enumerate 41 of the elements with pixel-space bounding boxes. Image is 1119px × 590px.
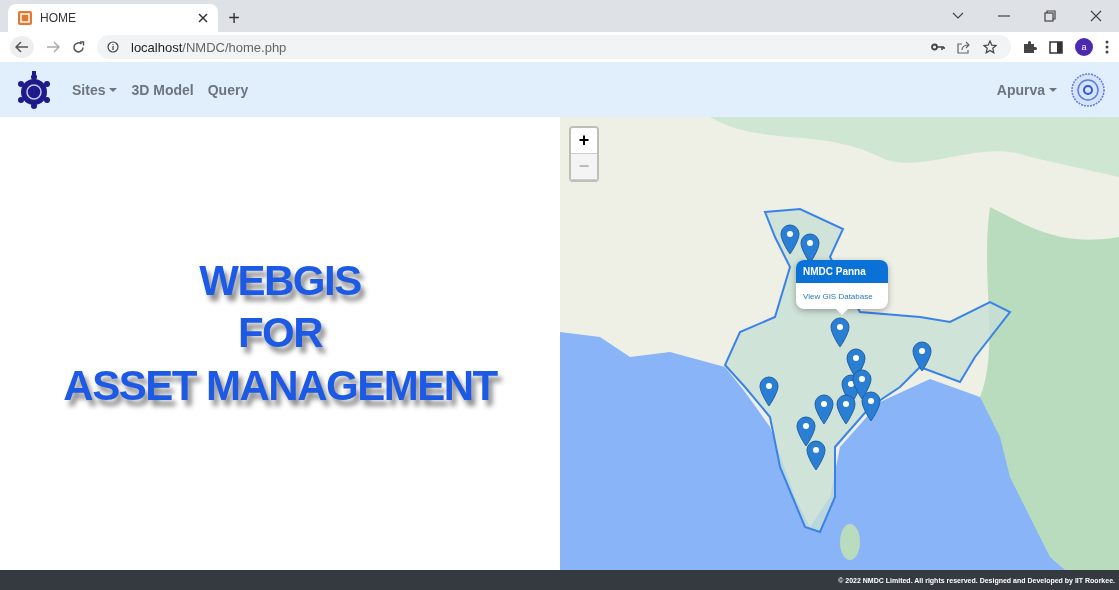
map-pin-icon[interactable]	[861, 391, 881, 421]
chevron-down-icon[interactable]	[952, 12, 964, 20]
map-pin-icon[interactable]	[836, 394, 856, 424]
url-text: localhost/NMDC/home.php	[131, 39, 287, 55]
map-pin-icon[interactable]	[830, 317, 850, 347]
nav-link[interactable]: Query	[207, 81, 249, 98]
view-database-link[interactable]: View GIS Database	[796, 283, 888, 309]
browser-tab[interactable]: HOME	[8, 4, 218, 32]
address-bar[interactable]: localhost/NMDC/home.php	[97, 35, 1011, 59]
map-pin-icon[interactable]	[806, 440, 826, 470]
popup-title: NMDC Panna	[796, 260, 888, 283]
nav-link[interactable]: Sites	[72, 81, 118, 98]
share-icon[interactable]	[957, 40, 971, 54]
info-icon	[107, 41, 119, 53]
user-menu[interactable]: Apurva	[996, 81, 1057, 98]
map-pin-icon[interactable]	[780, 224, 800, 254]
puzzle-piece-icon[interactable]	[1023, 40, 1037, 54]
restore-icon[interactable]	[1044, 10, 1056, 22]
more-menu-icon[interactable]	[1105, 40, 1109, 54]
hero-heading: ASSET MANAGEMENT	[63, 362, 497, 409]
nav-link[interactable]: 3D Model	[131, 81, 194, 98]
new-tab-button[interactable]: +	[218, 4, 250, 32]
map-pin-icon[interactable]	[912, 341, 932, 371]
map-pin-icon[interactable]	[796, 416, 816, 446]
hero-heading: FOR	[237, 310, 323, 357]
map-pin-icon[interactable]	[852, 369, 872, 399]
gear-emblem-logo[interactable]	[16, 70, 52, 109]
favicon-icon	[18, 11, 32, 25]
close-icon[interactable]	[1090, 10, 1102, 22]
close-icon[interactable]	[198, 13, 208, 23]
profile-avatar[interactable]: a	[1075, 38, 1093, 56]
side-panel-icon[interactable]	[1049, 40, 1063, 54]
zoom-in-button[interactable]: +	[571, 128, 597, 154]
map-pin-icon[interactable]	[800, 233, 820, 263]
circular-seal-logo	[1071, 72, 1105, 107]
hero-heading: WEBGIS	[199, 258, 361, 305]
map-pin-icon[interactable]	[814, 394, 834, 424]
key-icon[interactable]	[931, 43, 945, 51]
star-icon[interactable]	[983, 40, 997, 54]
map-pin-icon[interactable]	[759, 376, 779, 406]
reload-icon[interactable]	[72, 40, 85, 54]
